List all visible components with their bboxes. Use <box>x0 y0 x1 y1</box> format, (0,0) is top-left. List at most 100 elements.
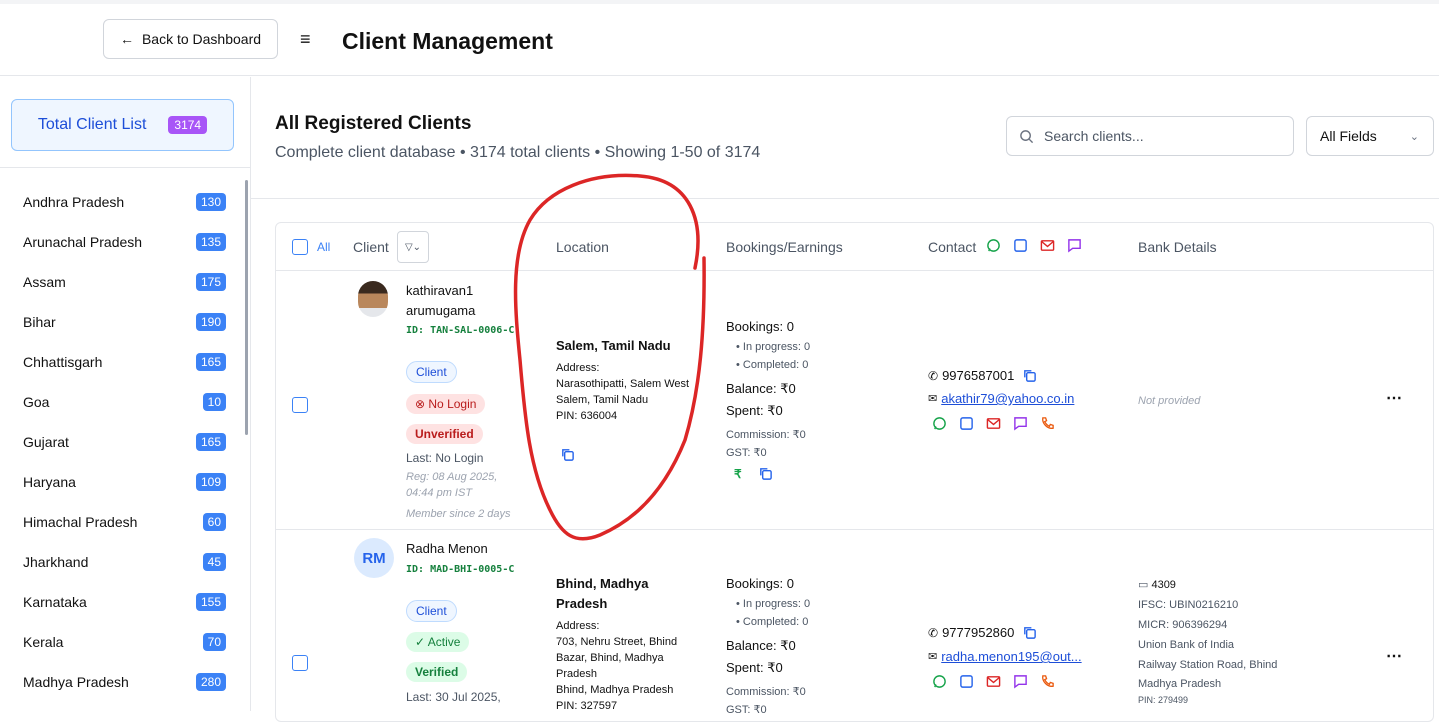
call-icon[interactable] <box>1040 416 1055 431</box>
verify-status-badge: Verified <box>406 662 468 682</box>
bookings-completed: • Completed: 0 <box>736 616 809 628</box>
login-status-badge: ✓ Active <box>406 632 470 652</box>
square-icon[interactable] <box>1013 238 1028 253</box>
sidebar-item-state[interactable]: Karnataka 155 <box>0 582 240 622</box>
avatar <box>358 281 388 317</box>
state-name: Karnataka <box>23 594 87 610</box>
bookings-completed: • Completed: 0 <box>736 359 809 371</box>
mail-icon[interactable] <box>986 674 1001 689</box>
sidebar-item-state[interactable]: Goa 10 <box>0 382 240 422</box>
state-count-badge: 60 <box>202 513 226 531</box>
copy-icon[interactable] <box>1022 625 1037 640</box>
state-name: Goa <box>23 394 50 410</box>
message-icon[interactable] <box>1013 416 1028 431</box>
phone-number[interactable]: ✆ 9777952860 <box>928 625 1037 640</box>
bank-micr: MICR: 906396294 <box>1138 619 1228 631</box>
client-name[interactable]: kathiravan1 arumugama <box>406 281 475 321</box>
whatsapp-icon[interactable] <box>932 674 947 689</box>
hamburger-menu-icon[interactable]: ≡ <box>300 30 311 48</box>
search-box[interactable] <box>1006 116 1294 156</box>
contact-actions <box>932 416 1055 431</box>
sidebar-item-state[interactable]: Andhra Pradesh 130 <box>0 182 240 222</box>
bank-name: Union Bank of India <box>1138 639 1235 651</box>
email[interactable]: ✉ akathir79@yahoo.co.in <box>928 391 1074 406</box>
total-client-list-label: Total Client List <box>37 116 147 133</box>
field-filter-select[interactable]: All Fields ⌄ <box>1306 116 1434 156</box>
whatsapp-icon[interactable] <box>932 416 947 431</box>
state-count-badge: 190 <box>195 313 226 331</box>
state-name: Jharkhand <box>23 554 89 570</box>
sidebar-item-state[interactable]: Himachal Pradesh 60 <box>0 502 240 542</box>
square-icon[interactable] <box>959 674 974 689</box>
phone-number[interactable]: ✆ 9976587001 <box>928 368 1037 383</box>
state-name: Gujarat <box>23 434 69 450</box>
address-text: 703, Nehru Street, Bhind Bazar, Bhind, M… <box>556 636 678 680</box>
client-filter-button[interactable]: ▽⌄ <box>397 231 429 263</box>
bank-account: ▭ 4309 <box>1138 579 1176 591</box>
contact-actions <box>932 674 1055 689</box>
call-icon[interactable] <box>1040 674 1055 689</box>
sidebar-item-state[interactable]: Gujarat 165 <box>0 422 240 462</box>
section-divider <box>251 198 1439 199</box>
copy-icon[interactable] <box>1022 368 1037 383</box>
last-login: Last: No Login <box>406 451 484 465</box>
sidebar-item-state[interactable]: Chhattisgarh 165 <box>0 342 240 382</box>
message-icon[interactable] <box>1013 674 1028 689</box>
sidebar-scrollbar[interactable] <box>245 180 248 435</box>
address-label: Address: <box>556 362 600 374</box>
page-title: Client Management <box>342 28 553 54</box>
row-checkbox[interactable] <box>292 397 308 413</box>
address-pin: PIN: 327597 <box>556 700 618 712</box>
state-name: Andhra Pradesh <box>23 194 125 210</box>
email-link[interactable]: radha.menon195@out... <box>941 649 1081 664</box>
bank-state: Madhya Pradesh <box>1138 678 1222 690</box>
mail-small-icon: ✉ <box>928 651 938 663</box>
state-name: Haryana <box>23 474 76 490</box>
sidebar-item-state[interactable]: Haryana 109 <box>0 462 240 502</box>
row-actions-menu-icon[interactable]: ⋯ <box>1386 646 1402 666</box>
whatsapp-icon[interactable] <box>986 238 1001 253</box>
role-badge: Client <box>406 361 457 383</box>
sidebar-item-state[interactable]: Arunachal Pradesh 135 <box>0 222 240 262</box>
mail-icon[interactable] <box>1040 238 1055 253</box>
role-badge: Client <box>406 600 457 622</box>
sidebar-item-state[interactable]: Jharkhand 45 <box>0 542 240 582</box>
back-to-dashboard-button[interactable]: ← Back to Dashboard <box>103 19 278 59</box>
message-icon[interactable] <box>1067 238 1082 253</box>
avatar: RM <box>354 538 394 578</box>
location-title: Salem, Tamil Nadu <box>556 338 671 353</box>
square-icon[interactable] <box>959 416 974 431</box>
total-client-list-button[interactable]: Total Client List 3174 <box>11 99 234 151</box>
search-icon <box>1020 129 1034 143</box>
column-bookings: Bookings/Earnings <box>726 239 843 255</box>
mail-icon[interactable] <box>986 416 1001 431</box>
last-login: Last: 30 Jul 2025, <box>406 690 501 704</box>
rupee-icon[interactable]: ₹ <box>734 467 742 481</box>
copy-icon[interactable] <box>758 466 773 481</box>
spent: Spent: ₹0 <box>726 660 783 675</box>
sidebar-item-state[interactable]: Madhya Pradesh 280 <box>0 662 240 702</box>
commission: Commission: ₹0 <box>726 686 806 698</box>
sidebar-item-state[interactable]: Assam 175 <box>0 262 240 302</box>
location-title: Bhind, Madhya Pradesh <box>556 576 649 611</box>
search-input[interactable] <box>1044 128 1264 144</box>
sidebar-item-state[interactable]: Kerala 70 <box>0 622 240 662</box>
client-id: ID: MAD-BHI-0005-C <box>406 564 515 575</box>
column-contact: Contact <box>928 239 977 255</box>
email-link[interactable]: akathir79@yahoo.co.in <box>941 391 1074 406</box>
email[interactable]: ✉ radha.menon195@out... <box>928 649 1082 664</box>
bank-branch: Railway Station Road, Bhind <box>1138 659 1278 671</box>
copy-icon[interactable] <box>560 447 575 462</box>
state-count-badge: 45 <box>202 553 226 571</box>
select-all-checkbox[interactable] <box>292 239 308 255</box>
sidebar: Total Client List 3174 Andhra Pradesh 130… <box>0 77 251 711</box>
client-name[interactable]: Radha Menon <box>406 539 488 559</box>
state-name: Kerala <box>23 634 64 650</box>
bank-pin: PIN: 279499 <box>1138 695 1189 705</box>
contact-header-icons <box>986 238 1082 253</box>
row-actions-menu-icon[interactable]: ⋯ <box>1386 388 1402 408</box>
sidebar-item-state[interactable]: Bihar 190 <box>0 302 240 342</box>
phone-icon: ✆ <box>928 625 939 640</box>
table-row: RM Radha Menon ID: MAD-BHI-0005-C Client… <box>276 530 1433 721</box>
row-checkbox[interactable] <box>292 655 308 671</box>
